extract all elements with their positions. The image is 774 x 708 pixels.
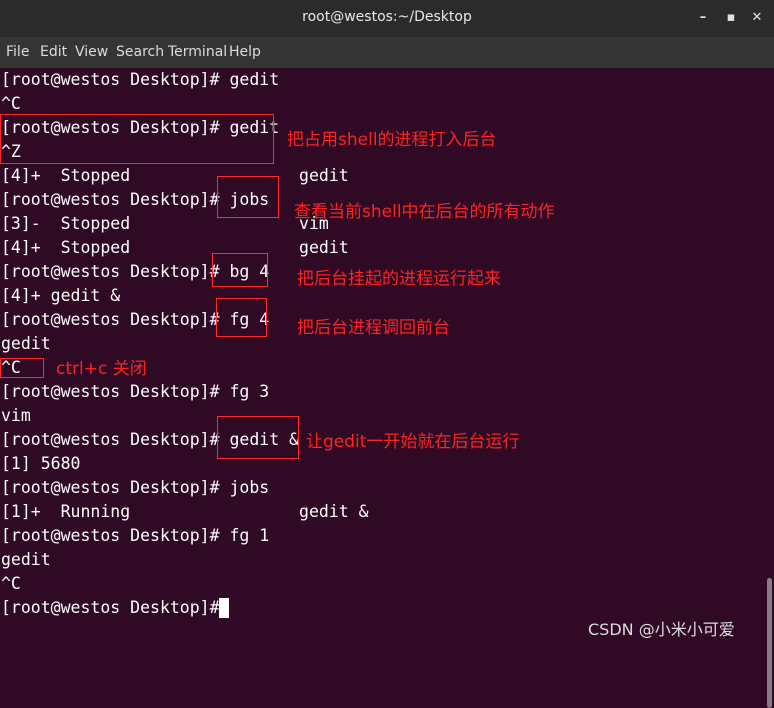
scrollbar[interactable] bbox=[765, 68, 774, 708]
terminal-cursor bbox=[219, 598, 229, 618]
terminal-prompt: [root@westos Desktop]# bbox=[1, 598, 230, 617]
terminal-line: [root@westos Desktop]# gedit bbox=[1, 70, 280, 89]
terminal-line: [1]+ Running gedit & bbox=[1, 502, 369, 521]
menu-file[interactable]: File bbox=[6, 44, 29, 60]
menu-edit[interactable]: Edit bbox=[40, 44, 67, 60]
highlight-box-fg bbox=[216, 298, 267, 337]
terminal-line: [4]+ Stopped gedit bbox=[1, 238, 349, 257]
terminal-line: gedit bbox=[1, 334, 51, 353]
highlight-box-ctrl-c bbox=[0, 358, 44, 378]
annotation-note: 把后台挂起的进程运行起来 bbox=[297, 269, 501, 289]
terminal-line: [root@westos Desktop]# fg 1 bbox=[1, 526, 270, 545]
menu-view[interactable]: View bbox=[75, 44, 108, 60]
annotation-note: 把占用shell的进程打入后台 bbox=[287, 130, 497, 150]
terminal-line: [root@westos Desktop]# jobs bbox=[1, 478, 270, 497]
terminal-line: [3]- Stopped vim bbox=[1, 214, 329, 233]
maximize-icon[interactable]: ▪ bbox=[720, 8, 742, 28]
annotation-note: 查看当前shell中在后台的所有动作 bbox=[294, 202, 555, 222]
menu-bar: File Edit View Search Terminal Help bbox=[0, 37, 774, 69]
menu-help[interactable]: Help bbox=[229, 44, 261, 60]
annotation-note: ctrl+c 关闭 bbox=[56, 359, 147, 379]
menu-search[interactable]: Search bbox=[116, 44, 164, 60]
close-icon[interactable]: ✕ bbox=[746, 8, 768, 28]
terminal-line: [4]+ gedit & bbox=[1, 286, 121, 305]
terminal-line: ^C bbox=[1, 94, 21, 113]
terminal-line: [4]+ Stopped gedit bbox=[1, 166, 349, 185]
terminal-line: vim bbox=[1, 406, 31, 425]
terminal-line: [1] 5680 bbox=[1, 454, 81, 473]
scrollbar-thumb[interactable] bbox=[767, 578, 772, 708]
window-title: root@westos:~/Desktop bbox=[302, 9, 472, 25]
terminal-line: gedit bbox=[1, 550, 51, 569]
highlight-box-jobs bbox=[217, 176, 279, 218]
terminal-line: ^C bbox=[1, 574, 21, 593]
annotation-note: 让gedit一开始就在后台运行 bbox=[306, 432, 520, 452]
minimize-icon[interactable]: – bbox=[692, 8, 714, 28]
annotation-note: 把后台进程调回前台 bbox=[297, 318, 450, 338]
highlight-box-gedit-bg bbox=[217, 416, 299, 459]
highlight-box-bg bbox=[212, 253, 268, 287]
highlight-box-gedit-ctrl-z bbox=[0, 114, 274, 164]
watermark: CSDN @小米小可爱 bbox=[588, 620, 735, 639]
menu-terminal[interactable]: Terminal bbox=[168, 44, 227, 60]
terminal-line: [root@westos Desktop]# fg 3 bbox=[1, 382, 270, 401]
window-titlebar: root@westos:~/Desktop – ▪ ✕ bbox=[0, 0, 774, 37]
